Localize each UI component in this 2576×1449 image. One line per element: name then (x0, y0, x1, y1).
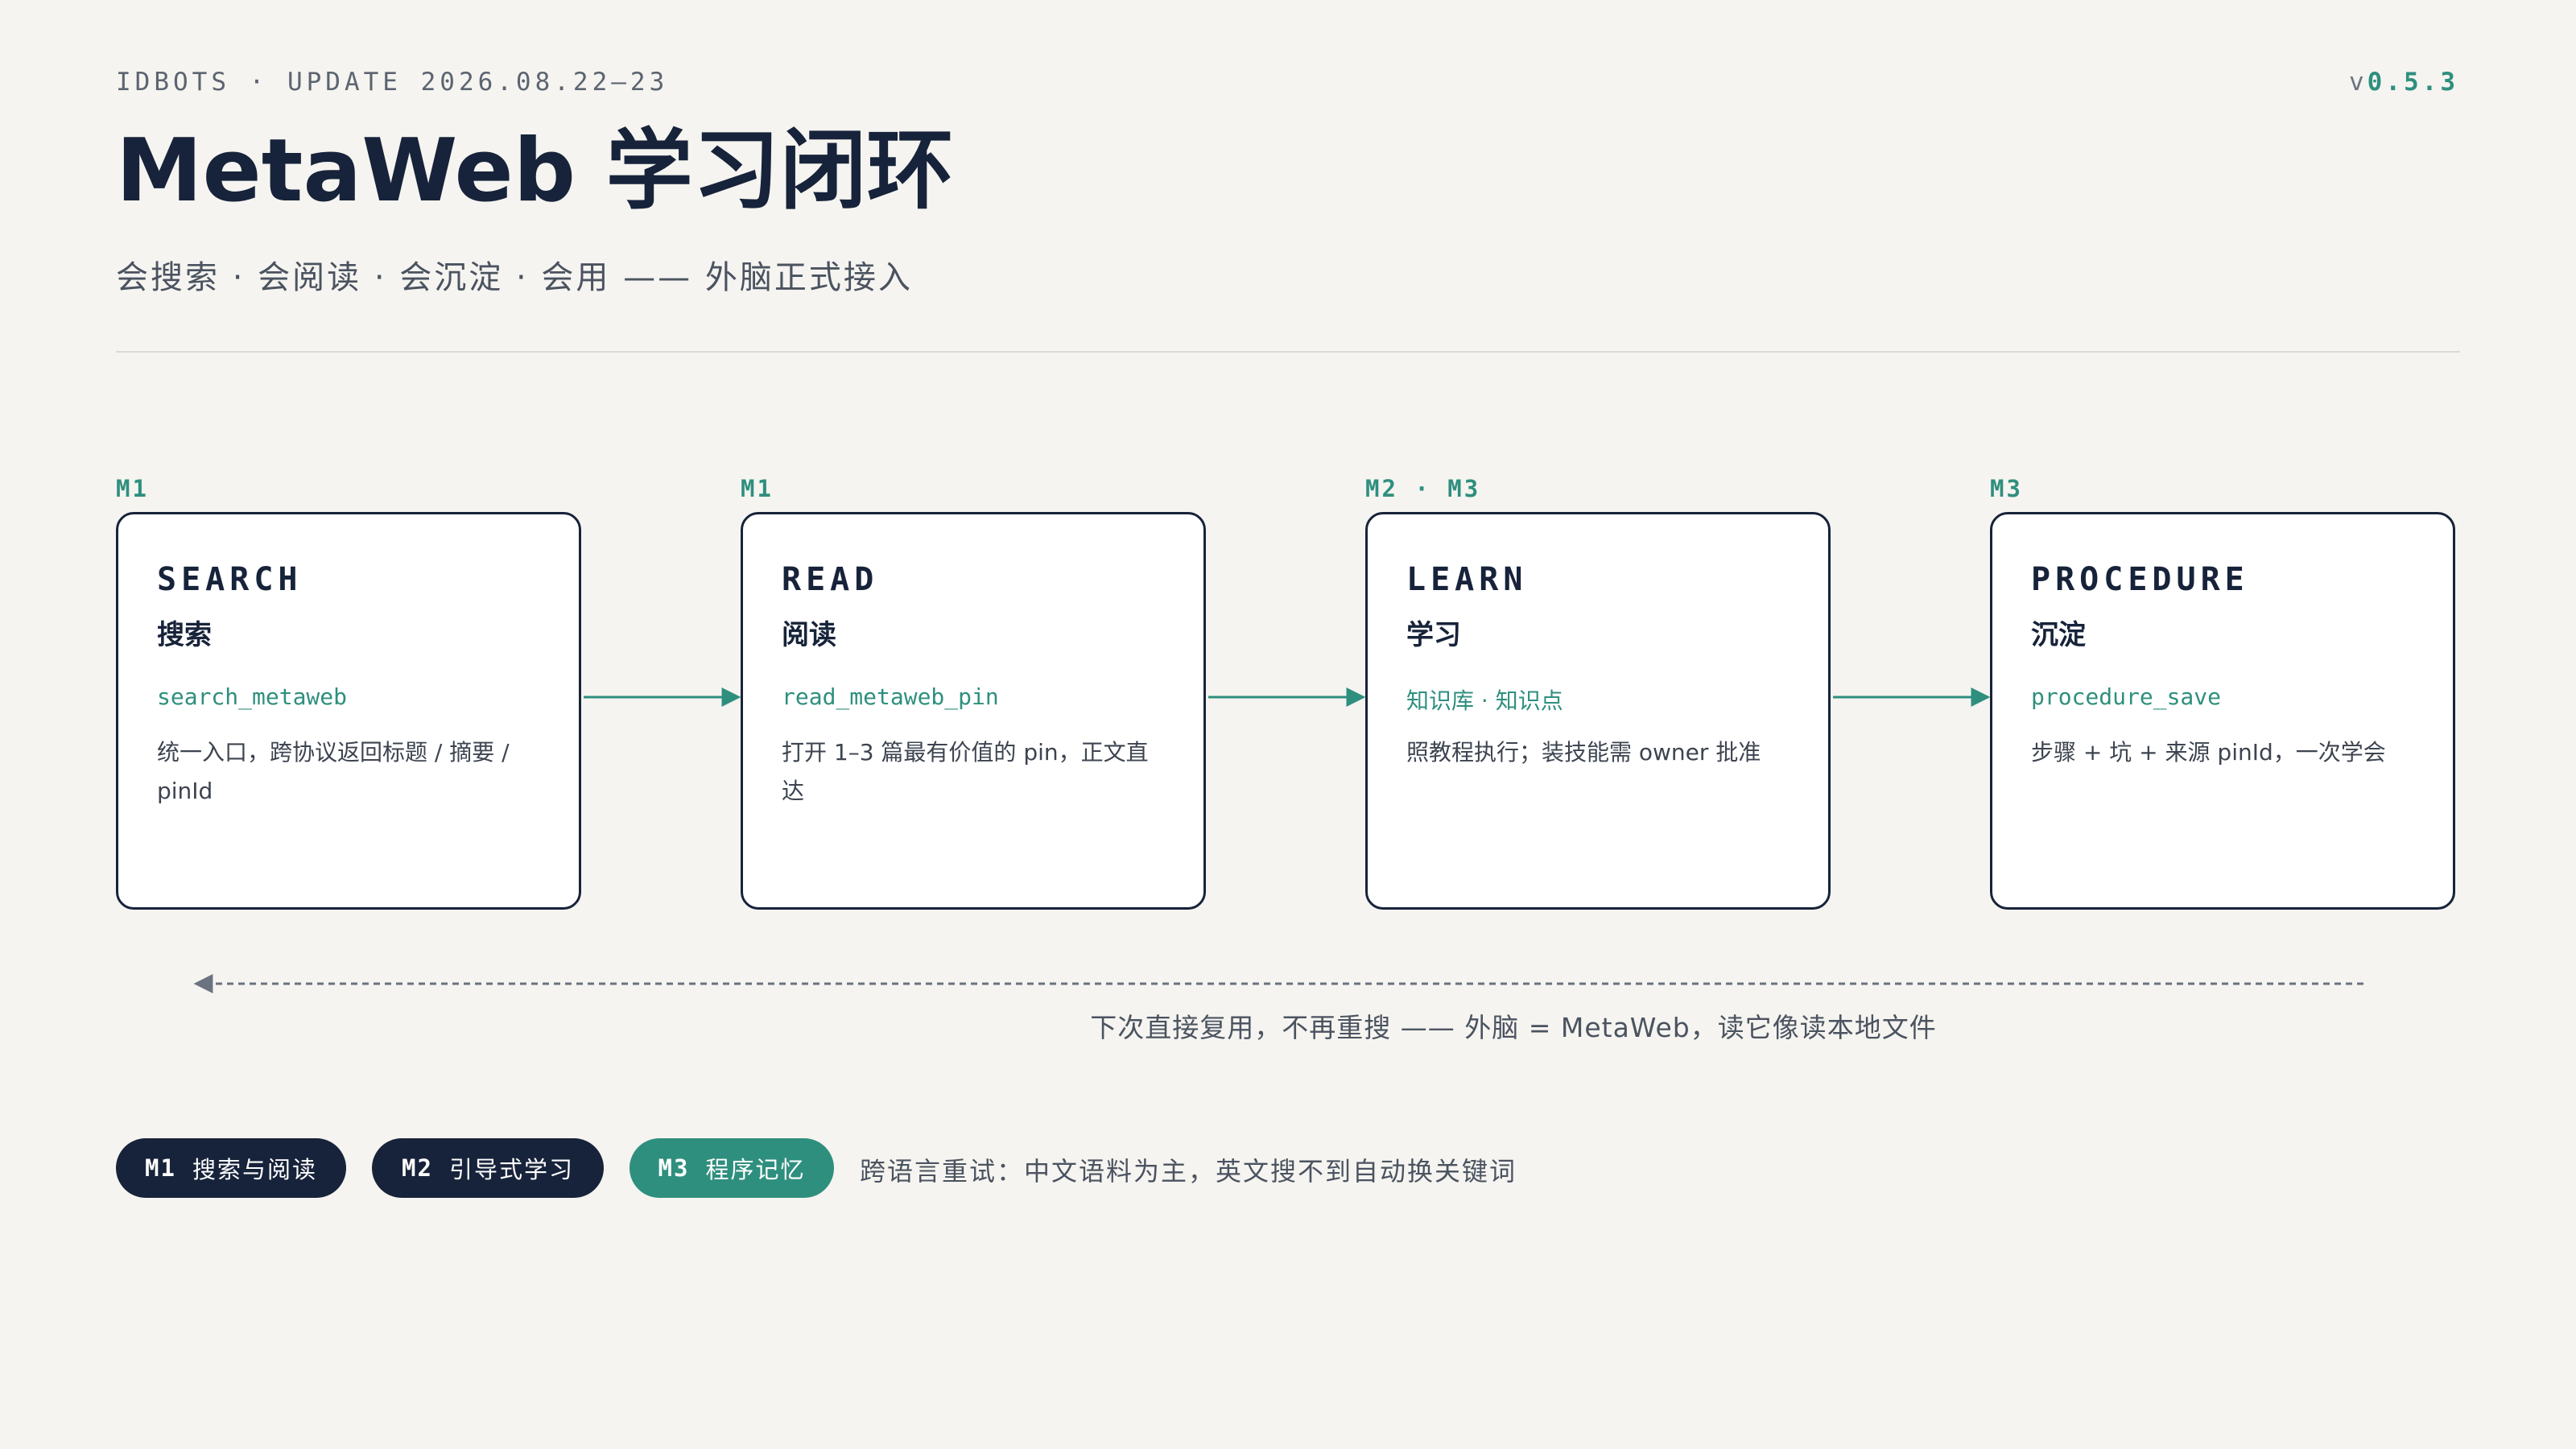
legend-code: M2 (402, 1154, 433, 1182)
legend-label: 搜索与阅读 (192, 1156, 317, 1183)
legend-label: 程序记忆 (705, 1156, 806, 1183)
loop-caption: 下次直接复用，不再重搜 —— 外脑 = MetaWeb，读它像读本地文件 (1090, 1012, 1937, 1043)
legend-pill-m1: M1 搜索与阅读 (116, 1138, 346, 1198)
flow-connectors (193, 687, 2363, 993)
legend-code: M1 (145, 1154, 176, 1182)
legend-pill-m3: M3 程序记忆 (630, 1138, 834, 1198)
legend-label: 引导式学习 (448, 1156, 574, 1183)
legend-pill-m2: M2 引导式学习 (372, 1138, 604, 1198)
legend-code: M3 (658, 1154, 690, 1182)
legend-note: 跨语言重试：中文语料为主，英文搜不到自动换关键词 (860, 1156, 1517, 1187)
